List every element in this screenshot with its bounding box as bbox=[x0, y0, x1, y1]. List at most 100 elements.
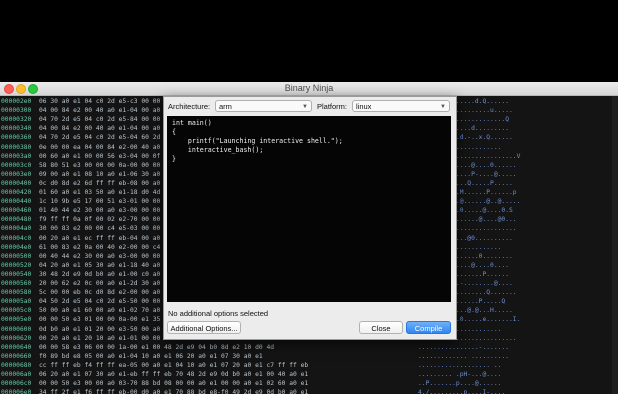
hex-address: 00000380 bbox=[1, 143, 32, 151]
hex-bytes[interactable]: 00 20 a0 e1 20 10 a0 e1-01 00 00 bbox=[39, 334, 160, 343]
hex-address: 000005e0 bbox=[1, 316, 32, 324]
code-editor[interactable]: int main(){ printf("Launching interactiv… bbox=[167, 116, 451, 302]
hex-ascii[interactable]: ............. .......... bbox=[418, 352, 509, 361]
hex-bytes[interactable]: 20 00 62 e2 0c 00 a0 e1-2d 30 a0 bbox=[39, 279, 160, 288]
hex-address: 00000640 bbox=[1, 343, 32, 351]
hex-address: 00000600 bbox=[1, 325, 32, 333]
hex-address: 00000320 bbox=[1, 116, 32, 124]
hex-address: 00000620 bbox=[1, 334, 32, 342]
hex-address: 00000460 bbox=[1, 207, 32, 215]
hex-bytes[interactable]: 00 00 58 e3 06 00 00 1a-00 e1 00 48 2d e… bbox=[39, 343, 274, 352]
hex-address: 00000680 bbox=[1, 361, 32, 369]
hex-address: 000005a0 bbox=[1, 298, 32, 306]
hex-bytes[interactable]: cc ff ff eb f4 ff ff ea-05 00 a0 e1 04 1… bbox=[39, 361, 308, 370]
architecture-label: Architecture: bbox=[168, 102, 211, 111]
hex-bytes[interactable]: 06 30 a0 e1 04 c0 2d e5-c3 00 00 bbox=[39, 97, 160, 106]
hex-row[interactable]: 000006e0 34 ff 2f e1 f6 ff ff eb-00 d0 a0… bbox=[0, 388, 618, 394]
compile-button[interactable]: Compile bbox=[406, 321, 451, 334]
hex-bytes[interactable]: 1c 10 9b e5 17 00 51 e3-01 00 00 bbox=[39, 197, 160, 206]
hex-address: 000006e0 bbox=[1, 389, 32, 394]
code-line: int main() bbox=[172, 119, 212, 127]
code-text: int main(){ printf("Launching interactiv… bbox=[172, 119, 343, 164]
hex-address: 00000440 bbox=[1, 198, 32, 206]
platform-label: Platform: bbox=[317, 102, 348, 111]
hex-address: 00000660 bbox=[1, 352, 32, 360]
hex-bytes[interactable]: 58 80 51 e3 00 00 00 0a-00 00 00 bbox=[39, 161, 160, 170]
hex-bytes[interactable]: 30 48 2d e9 0d b0 a0 e1-00 c0 a0 bbox=[39, 270, 160, 279]
hex-bytes[interactable]: 04 20 a0 e1 05 30 a0 e1-18 40 a0 bbox=[39, 261, 160, 270]
hex-address: 00000360 bbox=[1, 134, 32, 142]
hex-ascii[interactable]: ..P.......p....@...... bbox=[418, 379, 501, 388]
chevron-down-icon: ▼ bbox=[440, 104, 446, 110]
options-status: No additional options selected bbox=[168, 309, 269, 318]
hex-address: 000006c0 bbox=[1, 380, 32, 388]
hex-bytes[interactable]: 04 70 2d e5 04 c0 2d e5-84 00 00 bbox=[39, 115, 160, 124]
hex-bytes[interactable]: 00 00 50 e3 00 00 a0 03-70 88 bd 08 00 0… bbox=[39, 379, 308, 388]
platform-select[interactable]: linux ▼ bbox=[352, 100, 450, 112]
hex-bytes[interactable]: 00 20 a0 e1 ec ff ff eb-04 00 a0 bbox=[39, 234, 160, 243]
hex-row[interactable]: 000006a0 06 20 a0 e1 07 30 a0 e1-eb ff ff… bbox=[0, 370, 618, 379]
hex-bytes[interactable]: 00 00 50 e3 01 00 00 0a-00 e1 35 bbox=[39, 315, 160, 324]
hex-ascii[interactable]: ................-....... bbox=[418, 343, 509, 352]
hex-bytes[interactable]: 01 60 a0 e1 03 50 a0 e1-18 d0 4d bbox=[39, 188, 160, 197]
hex-bytes[interactable]: 01 40 44 e2 30 00 a0 e3-00 00 00 bbox=[39, 206, 160, 215]
hex-bytes[interactable]: f0 89 bd e8 05 00 a0 e1-04 10 a0 e1 06 2… bbox=[39, 352, 263, 361]
hex-address: 000004e0 bbox=[1, 243, 32, 251]
hex-bytes[interactable]: 0c d0 8d e2 6d ff ff eb-08 00 a0 bbox=[39, 179, 160, 188]
architecture-value: arm bbox=[219, 102, 232, 111]
hex-address: 000003e0 bbox=[1, 170, 32, 178]
hex-address: 00000340 bbox=[1, 125, 32, 133]
hex-bytes[interactable]: 61 00 83 e2 0a 00 40 e2-00 00 c4 bbox=[39, 243, 160, 252]
code-line: { bbox=[172, 128, 176, 136]
hex-address: 000006a0 bbox=[1, 371, 32, 378]
hex-row[interactable]: 00000640 00 00 58 e3 06 00 00 1a-00 e1 00… bbox=[0, 343, 618, 352]
window-titlebar: Binary Ninja bbox=[0, 82, 618, 96]
hex-address: 00000300 bbox=[1, 107, 32, 115]
hex-bytes[interactable]: 04 70 2d e5 04 c0 2d e5-04 60 2d bbox=[39, 133, 160, 142]
hex-row[interactable]: 00000660 f0 89 bd e8 05 00 a0 e1-04 10 a0… bbox=[0, 352, 618, 361]
hex-address: 00000560 bbox=[1, 280, 32, 287]
hex-bytes[interactable]: 50 00 a0 e1 60 00 a0 e1-02 70 a0 bbox=[39, 306, 160, 315]
hex-bytes[interactable]: 04 50 2d e5 04 c0 2d e5-50 00 00 bbox=[39, 297, 160, 306]
hex-bytes[interactable]: f9 ff ff 0a 0f 00 02 e2-70 00 00 bbox=[39, 215, 160, 224]
hex-address: 00000500 bbox=[1, 252, 32, 260]
hex-bytes[interactable]: 04 00 84 e2 00 40 a0 e1-04 00 a0 bbox=[39, 106, 160, 115]
desktop-background bbox=[0, 0, 618, 82]
additional-options-button[interactable]: Additional Options... bbox=[167, 321, 241, 334]
hex-ascii[interactable]: 4./.........p....I-.... bbox=[418, 388, 505, 394]
hex-address: 00000420 bbox=[1, 189, 32, 196]
hex-address: 000002e0 bbox=[1, 98, 32, 105]
hex-row[interactable]: 00000680 cc ff ff eb f4 ff ff ea-05 00 a0… bbox=[0, 361, 618, 370]
compile-dialog: Architecture: arm ▼ Platform: linux ▼ in… bbox=[163, 96, 457, 340]
hex-bytes[interactable]: 0e 00 00 ea 04 00 84 e2-00 40 a0 bbox=[39, 143, 160, 152]
architecture-select[interactable]: arm ▼ bbox=[215, 100, 312, 112]
hex-bytes[interactable]: 00 40 44 e2 30 00 a0 e3-00 00 00 bbox=[39, 252, 160, 261]
hex-address: 000004c0 bbox=[1, 234, 32, 242]
hex-bytes[interactable]: 04 00 84 e2 00 40 a0 e1-04 00 a0 bbox=[39, 124, 160, 133]
window-title: Binary Ninja bbox=[284, 83, 334, 93]
code-line: printf("Launching interactive shell."); bbox=[172, 137, 343, 145]
hex-ascii[interactable]: ......... .pH-...@.... bbox=[418, 370, 501, 379]
hex-address: 000005c0 bbox=[1, 307, 32, 315]
platform-value: linux bbox=[356, 102, 372, 111]
hex-row[interactable]: 000006c0 00 00 50 e3 00 00 a0 03-70 88 bd… bbox=[0, 379, 618, 388]
hex-bytes[interactable]: 06 20 a0 e1 07 30 a0 e1-eb ff ff eb 70 4… bbox=[39, 370, 308, 379]
chevron-down-icon: ▼ bbox=[302, 104, 308, 110]
hex-bytes[interactable]: 09 00 a0 e1 08 10 a0 e1-06 30 a0 bbox=[39, 170, 160, 179]
hex-address: 000003c0 bbox=[1, 161, 32, 169]
hex-bytes[interactable]: 0d b0 a0 e1 01 20 00 e3-50 00 a0 bbox=[39, 325, 160, 334]
hex-address: 00000520 bbox=[1, 261, 32, 269]
hex-address: 000003a0 bbox=[1, 152, 32, 160]
hex-address: 000004a0 bbox=[1, 225, 32, 233]
close-button[interactable]: Close bbox=[359, 321, 403, 334]
hex-scrollbar[interactable] bbox=[612, 96, 618, 394]
hex-bytes[interactable]: 5c 00 00 eb 0c d0 8d e2-00 00 a0 bbox=[39, 288, 160, 297]
hex-address: 00000540 bbox=[1, 270, 32, 278]
hex-bytes[interactable]: 00 60 a0 e1 00 00 56 e3-04 00 0f bbox=[39, 152, 160, 161]
hex-bytes[interactable]: 30 00 83 e2 00 00 c4 e5-03 00 00 bbox=[39, 224, 160, 233]
code-line: } bbox=[172, 155, 176, 163]
hex-ascii[interactable]: ................... .. bbox=[418, 361, 501, 370]
hex-bytes[interactable]: 34 ff 2f e1 f6 ff ff eb-00 d0 a0 e1 70 8… bbox=[39, 388, 308, 394]
hex-address: 00000400 bbox=[1, 179, 32, 187]
code-line: interactive_bash(); bbox=[172, 146, 264, 154]
